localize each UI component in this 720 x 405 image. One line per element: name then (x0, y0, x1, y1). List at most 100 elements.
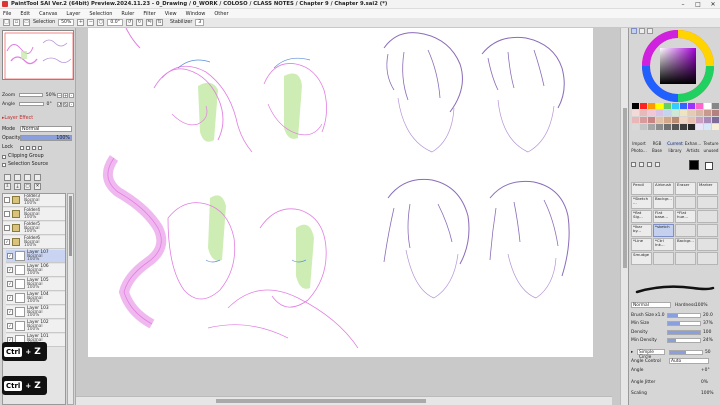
move-tool-icon[interactable] (655, 162, 660, 167)
lock-pixels-icon[interactable] (20, 145, 24, 150)
tool-slot[interactable] (675, 252, 696, 265)
swatch[interactable] (696, 110, 703, 116)
visibility-icon[interactable]: ✓ (7, 267, 13, 273)
visibility-icon[interactable] (4, 197, 10, 203)
vertical-scroll-thumb[interactable] (623, 108, 627, 268)
tool-ctrl-ink[interactable]: *Ctrl Ink... (653, 238, 674, 251)
tab-artists[interactable]: Artists (684, 148, 702, 153)
angle-jitter-value[interactable]: 0% (701, 380, 708, 385)
nav-zoom-slider[interactable] (19, 93, 43, 97)
rotate-ccw-icon[interactable]: ↺ (57, 101, 62, 107)
nav-angle-slider[interactable] (19, 102, 44, 106)
tool-slot[interactable] (697, 210, 718, 223)
swatch[interactable] (680, 110, 687, 116)
tool-sketch[interactable]: *Sketch ... (631, 196, 652, 209)
menu-file[interactable]: File (3, 11, 11, 17)
color-wheel[interactable] (637, 30, 719, 102)
swatch[interactable] (664, 117, 671, 123)
tool-sketch-selected[interactable]: *sketch (653, 224, 674, 237)
navigator-preview[interactable] (2, 30, 74, 80)
swatch[interactable] (712, 103, 719, 109)
tool-slot[interactable] (675, 196, 696, 209)
clipping-row[interactable]: Clipping Group (2, 154, 44, 159)
swatch[interactable] (672, 110, 679, 116)
swatch[interactable] (664, 124, 671, 130)
swatch[interactable] (712, 124, 719, 130)
swatch[interactable] (648, 124, 655, 130)
swatch[interactable] (632, 110, 639, 116)
visibility-icon[interactable]: ✓ (7, 281, 13, 287)
swatch[interactable] (656, 103, 663, 109)
visibility-icon[interactable]: ✓ (7, 323, 13, 329)
maximize-button[interactable]: □ (691, 0, 705, 9)
visibility-icon[interactable] (4, 225, 10, 231)
brush-shape-select[interactable]: Simple Circle (637, 349, 665, 360)
rotate-left-icon[interactable]: ↺ (125, 19, 133, 26)
swatch[interactable] (640, 110, 647, 116)
swatch[interactable] (688, 110, 695, 116)
swatch[interactable] (632, 103, 639, 109)
swatch[interactable] (712, 110, 719, 116)
tab-base[interactable]: Base (648, 148, 666, 153)
visibility-icon[interactable]: ✓ (7, 295, 13, 301)
zoom-minus-icon[interactable]: − (57, 92, 62, 98)
tool-flat-sig[interactable]: *flat Sig... (631, 210, 652, 223)
swatch-row[interactable] (632, 103, 719, 109)
layer-scroll-thumb[interactable] (69, 196, 72, 256)
drawing-canvas[interactable] (88, 27, 593, 357)
swatch[interactable] (664, 103, 671, 109)
new-linework-icon[interactable] (14, 174, 21, 181)
swatch[interactable] (672, 117, 679, 123)
swatch[interactable] (672, 124, 679, 130)
tool-line[interactable]: *Line (631, 238, 652, 251)
selection-source-row[interactable]: Selection Source (2, 162, 48, 167)
swatch[interactable] (688, 103, 695, 109)
rotate-reset-icon[interactable]: · (69, 101, 74, 107)
open-icon[interactable]: ▫ (13, 19, 20, 26)
tab-current[interactable]: Current (666, 141, 684, 146)
density-slider[interactable] (667, 329, 701, 335)
swatch[interactable] (632, 117, 639, 123)
tool-background-2[interactable]: Backgr... (675, 238, 696, 251)
visibility-icon[interactable]: ✓ (7, 253, 13, 259)
minimize-button[interactable]: – (676, 0, 690, 9)
swatch[interactable] (680, 117, 687, 123)
new-canvas-icon[interactable]: □ (3, 19, 10, 26)
min-density-slider[interactable] (667, 337, 701, 343)
layer-row[interactable]: ✓ Layer 103 Normal 100% (6, 306, 65, 319)
tool-slot[interactable] (697, 196, 718, 209)
angle-value[interactable]: +0° (701, 368, 710, 373)
tool-flat-hue[interactable]: *Flat hue... (675, 210, 696, 223)
swatch[interactable] (656, 124, 663, 130)
swatch[interactable] (648, 117, 655, 123)
angle-select[interactable]: 0.0° (107, 19, 123, 26)
menu-layer[interactable]: Layer (66, 11, 80, 17)
flip-icon[interactable]: ⇋ (145, 19, 153, 26)
tab-library[interactable]: library (666, 148, 684, 153)
menu-canvas[interactable]: Canvas (39, 11, 57, 17)
tab-texture[interactable]: Texture (702, 141, 720, 146)
hardness-value[interactable]: 100% (695, 303, 708, 308)
new-layer-icon[interactable] (4, 174, 11, 181)
visibility-icon[interactable]: ✓ (7, 309, 13, 315)
horizontal-scroll-thumb[interactable] (216, 399, 426, 403)
visibility-icon[interactable] (4, 211, 10, 217)
menu-other[interactable]: Other (214, 11, 228, 17)
visibility-icon[interactable]: ✓ (4, 239, 10, 245)
select-tool-icon[interactable] (631, 162, 636, 167)
tool-marker[interactable]: Marker (697, 182, 718, 195)
selection-icon[interactable]: ▭ (23, 19, 30, 26)
new-folder-icon[interactable] (24, 174, 31, 181)
tab-rgb[interactable]: RGB (648, 141, 666, 146)
merge-down-icon[interactable]: ⤓ (14, 183, 21, 190)
swatch[interactable] (704, 124, 711, 130)
layer-row[interactable]: Folder3 Normal 100% (3, 194, 65, 207)
opacity-slider[interactable]: 100% (20, 135, 72, 141)
brush-shape-slider[interactable] (669, 349, 703, 355)
swatch[interactable] (688, 124, 695, 130)
zoom-plus-icon[interactable]: + (63, 92, 68, 98)
transfer-down-icon[interactable]: ⇩ (4, 183, 11, 190)
swatch[interactable] (696, 103, 703, 109)
clear-layer-icon[interactable]: ▢ (24, 183, 31, 190)
rotate-cw-icon[interactable]: ↻ (63, 101, 68, 107)
